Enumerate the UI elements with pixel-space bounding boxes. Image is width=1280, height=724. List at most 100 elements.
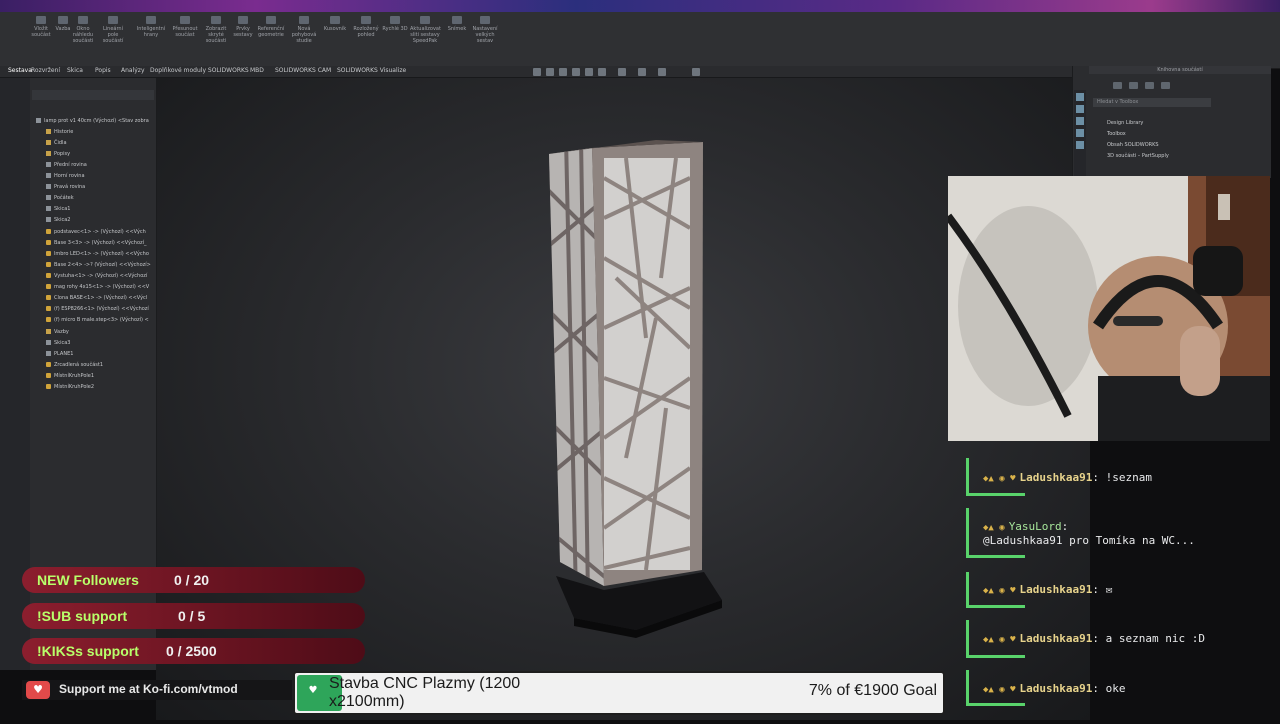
webcam-feed — [948, 176, 1270, 441]
tree-item[interactable]: Čidla — [46, 138, 67, 149]
ribbon-tool-speedpak[interactable]: Aktualizovat sliti sestavy SpeedPak — [410, 16, 441, 44]
solidworks-ribbon: Vložit součást Vazba Okno náhledu součás… — [0, 12, 1280, 69]
task-pane-tool-icon[interactable] — [1145, 82, 1154, 89]
tree-item[interactable]: Přední rovina — [46, 160, 87, 171]
tree-item[interactable]: PLANE1 — [46, 349, 73, 360]
ribbon-tool-assembly-features[interactable]: Prvky sestavy — [228, 16, 258, 38]
ribbon-tool-show-hidden[interactable]: Zobrazit skryté součásti — [201, 16, 231, 44]
part-icon — [46, 306, 51, 311]
sketch-icon — [46, 217, 51, 222]
smart-fasteners-icon — [146, 16, 156, 24]
ribbon-tool-preview-window[interactable]: Okno náhledu součásti — [68, 16, 98, 44]
library-item[interactable]: 3D součásti – PartSupply — [1107, 153, 1169, 159]
ribbon-tool-instant3d[interactable]: Rychlé 3D — [380, 16, 410, 32]
display-style-icon[interactable] — [598, 68, 606, 76]
ribbon-tool-linear-pattern[interactable]: Lineární pole součástí — [98, 16, 128, 44]
tree-item[interactable]: (f) ESP8266<1> (Výchozí) <<Výchozí — [46, 304, 149, 315]
tree-item[interactable]: Zrcadlená součást1 — [46, 360, 103, 371]
tree-item[interactable]: podstavec<1> -> (Výchozí) <<Vých — [46, 227, 146, 238]
mate-icon — [58, 16, 68, 24]
chat-underline — [969, 655, 1025, 658]
tree-item[interactable]: (f) micro B male.step<3> (Výchozí) < — [46, 315, 149, 326]
ribbon-tool-large-assembly[interactable]: Nastavení velkých sestav — [470, 16, 500, 44]
ribbon-tool-bom[interactable]: Kusovník — [320, 16, 350, 32]
view-orientation-icon[interactable] — [585, 68, 593, 76]
ribbon-tool-snapshot[interactable]: Snímek — [442, 16, 472, 32]
tree-item[interactable]: Base 2<4> ->? (Výchozí) <<Výchozí> — [46, 260, 151, 271]
library-item[interactable]: Toolbox — [1107, 131, 1126, 137]
ribbon-tool-exploded-view[interactable]: Rozložený pohled — [351, 16, 381, 38]
plane-icon — [46, 184, 51, 189]
tab-layout[interactable]: Rozvržení — [31, 67, 60, 74]
insert-component-icon — [36, 16, 46, 24]
tree-item[interactable]: Skica2 — [46, 215, 70, 226]
kofi-support-banner[interactable]: ♥ Support me at Ko-fi.com/vtmod — [22, 680, 292, 700]
part-icon — [46, 284, 51, 289]
tree-item[interactable]: Base 3<3> -> (Výchozí) <<Výchozí_ — [46, 238, 147, 249]
tree-item[interactable]: Skica1 — [46, 204, 70, 215]
view-settings-icon[interactable] — [692, 68, 700, 76]
chat-message: ◆▲ ◉ ♥ Ladushkaa91: ✉ — [966, 572, 1269, 608]
chat-username: Ladushkaa91 — [1019, 632, 1093, 645]
task-pane-tool-icon[interactable] — [1113, 82, 1122, 89]
tree-item[interactable]: Clona BASE<1> -> (Výchozí) <<Výcl — [46, 293, 147, 304]
chat-text: ✉ — [1105, 583, 1113, 596]
tree-item[interactable]: mag rohy 4x15<1> -> (Výchozí) <<V — [46, 282, 149, 293]
tab-mbd[interactable]: MBD — [250, 67, 264, 74]
large-assembly-icon — [480, 16, 490, 24]
tree-item[interactable]: Počátek — [46, 193, 74, 204]
tree-item[interactable]: Pravá rovina — [46, 182, 85, 193]
tree-item[interactable]: MístníKruhPole2 — [46, 382, 94, 393]
ribbon-tool-motion-study[interactable]: Nová pohybová studie — [289, 16, 319, 44]
tab-cam[interactable]: SOLIDWORKS CAM — [275, 67, 331, 74]
appearance-icon[interactable] — [638, 68, 646, 76]
tab-assembly[interactable]: Sestava — [8, 67, 32, 74]
hide-show-icon[interactable] — [618, 68, 626, 76]
scene-icon[interactable] — [658, 68, 666, 76]
zoom-area-icon[interactable] — [546, 68, 554, 76]
library-item[interactable]: Obsah SOLIDWORKS — [1107, 142, 1159, 148]
tree-item[interactable]: Historie — [46, 127, 73, 138]
folder-icon — [46, 129, 51, 134]
chat-username: Ladushkaa91 — [1019, 682, 1093, 695]
webcam-image — [948, 176, 1270, 441]
kofi-cup-icon: ♥ — [26, 681, 50, 699]
tab-visualize[interactable]: SOLIDWORKS Visualize — [337, 67, 406, 74]
tree-item[interactable]: Horní rovina — [46, 171, 85, 182]
goal-label: !SUB support — [37, 608, 128, 624]
ribbon-tool-reference-geometry[interactable]: Referenční geometrie — [256, 16, 286, 38]
file-explorer-icon — [1076, 129, 1084, 137]
section-view-icon[interactable] — [572, 68, 580, 76]
task-pane-tool-icon[interactable] — [1161, 82, 1170, 89]
tree-item[interactable]: Vazby — [46, 327, 69, 338]
tab-markup[interactable]: Popis — [95, 67, 111, 74]
origin-icon — [46, 195, 51, 200]
task-pane-tabs[interactable] — [1074, 90, 1086, 176]
zoom-fit-icon[interactable] — [533, 68, 541, 76]
tree-item[interactable]: Skica3 — [46, 338, 70, 349]
tree-root[interactable]: lamp prot v1 40cm (Výchozí) <Stav zobra — [36, 116, 149, 127]
task-pane-tool-icon[interactable] — [1129, 82, 1138, 89]
library-item[interactable]: Design Library — [1107, 120, 1143, 126]
ribbon-tool-move-component[interactable]: Přesunout součást — [170, 16, 200, 38]
goal-value: 0 / 5 — [178, 608, 206, 624]
goal-value: 0 / 2500 — [166, 643, 217, 659]
tab-evaluate[interactable]: Analýzy — [121, 67, 145, 74]
tree-item[interactable]: lmbro LED<1> -> (Výchozí) <<Výcho — [46, 249, 149, 260]
stream-top-overlay — [0, 0, 1280, 12]
previous-view-icon[interactable] — [559, 68, 567, 76]
tab-addins[interactable]: Doplňkové moduly SOLIDWORKS — [150, 67, 249, 74]
chat-badges: ◆▲ ◉ ♥ — [983, 685, 1016, 695]
assembly-features-icon — [238, 16, 248, 24]
ribbon-tool-smart-fasteners[interactable]: Inteligentní hrany — [136, 16, 166, 38]
toolbox-search-input[interactable]: Hledat v Toolbox — [1093, 98, 1211, 107]
tree-item[interactable]: MístníKruhPole1 — [46, 371, 94, 382]
feature-manager-tabs[interactable] — [32, 90, 154, 100]
tree-item[interactable]: Vystuha<1> -> (Výchozí) <<Výchozí — [46, 271, 147, 282]
sensor-icon — [46, 140, 51, 145]
goal-kiks: !KIKSs support 0 / 2500 — [22, 638, 365, 664]
tree-item[interactable]: Popisy — [46, 149, 70, 160]
exploded-view-icon — [361, 16, 371, 24]
task-pane: Knihovna součástí Hledat v Toolbox Desig… — [1072, 66, 1271, 178]
tab-sketch[interactable]: Skica — [67, 67, 83, 74]
